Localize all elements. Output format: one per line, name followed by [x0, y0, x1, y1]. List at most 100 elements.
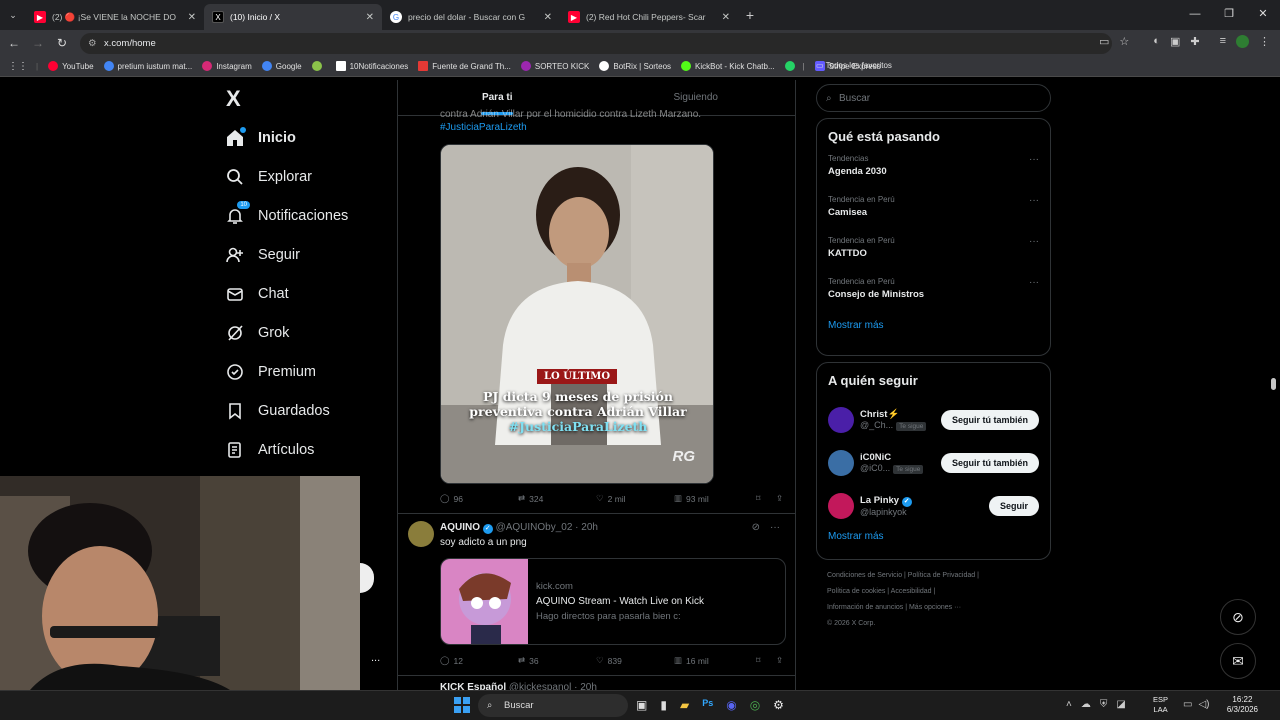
browser-tab-4[interactable]: ▶ (2) Red Hot Chili Peppers- Scar ✕	[560, 4, 738, 30]
tab-search-icon[interactable]: ⌄	[0, 10, 26, 21]
back-icon[interactable]: ←	[2, 36, 26, 50]
search-input[interactable]: ⌕ Buscar	[816, 84, 1051, 112]
nvidia-icon[interactable]: ◪	[1116, 699, 1125, 710]
grok-fab[interactable]: ⊘	[1220, 599, 1256, 635]
more-icon[interactable]: ···	[1029, 277, 1039, 288]
trend-item[interactable]: Tendencia en Perú KATTDO ···	[828, 236, 1039, 277]
follow-button[interactable]: Seguir	[988, 495, 1039, 516]
menu-icon[interactable]: ⋮	[1259, 35, 1270, 48]
close-icon[interactable]: ✕	[544, 12, 552, 23]
close-icon[interactable]: ✕	[722, 12, 730, 23]
sidebar-item-inicio[interactable]: Inicio	[218, 118, 398, 157]
more-icon[interactable]: ···	[770, 522, 780, 533]
avatar[interactable]	[408, 521, 434, 547]
more-icon[interactable]: ···	[1029, 154, 1039, 165]
bookmark-button[interactable]: ⌑	[756, 655, 776, 666]
clock[interactable]: 16:22 6/3/2026	[1227, 695, 1258, 715]
views-button[interactable]: ▥ 16 mil	[674, 655, 756, 666]
follow-back-button[interactable]: Seguir tú también	[940, 452, 1039, 473]
reply-button[interactable]: ◯ 96	[440, 493, 518, 504]
webcam-handle[interactable]	[360, 563, 374, 593]
media-icon[interactable]: ≡	[1220, 35, 1226, 48]
trend-item[interactable]: Tendencias Agenda 2030 ···	[828, 154, 1039, 195]
retweet-button[interactable]: ⇄ 36	[518, 655, 596, 666]
photoshop-icon[interactable]: Ps	[702, 698, 713, 712]
folder-icon[interactable]: ▰	[680, 698, 689, 712]
all-bookmarks-folder[interactable]: ▭ Todos los favoritos	[816, 61, 1051, 70]
reply-button[interactable]: ◯ 12	[440, 655, 518, 666]
taskbar-search[interactable]: ⌕ Buscar	[478, 694, 628, 717]
avatar[interactable]	[828, 406, 854, 433]
sidebar-item-seguir[interactable]: Seguir	[218, 235, 398, 274]
show-more-link[interactable]: Mostrar más	[828, 320, 1039, 331]
avatar[interactable]	[828, 492, 854, 519]
tweet-media[interactable]: LO ÚLTIMO PJ dicta 9 meses de prisión pr…	[440, 144, 714, 484]
x-logo[interactable]: X	[218, 80, 398, 118]
app-icon[interactable]: ⚙	[773, 698, 784, 712]
sidebar-item-explorar[interactable]: Explorar	[218, 157, 398, 196]
close-icon[interactable]: ✕	[366, 12, 374, 23]
like-button[interactable]: ♡ 839	[596, 655, 674, 666]
like-button[interactable]: ♡ 2 mil	[596, 493, 674, 504]
bookmark-item[interactable]: 10Notificaciones	[335, 61, 408, 71]
cast-icon[interactable]: ▭	[1099, 35, 1109, 48]
bookmark-item[interactable]: pretium iustum mat...	[103, 61, 192, 71]
bookmark-item[interactable]: KickBot - Kick Chatb...	[681, 61, 775, 71]
browser-tab-1[interactable]: ▶ (2) 🔴 ¡Se VIENE la NOCHE DO ✕	[26, 4, 204, 30]
minimize-icon[interactable]: —	[1178, 0, 1212, 30]
shield-icon[interactable]: ⛨	[1100, 699, 1108, 710]
bookmark-item[interactable]	[784, 61, 799, 71]
sidebar-item-articulos[interactable]: Artículos	[218, 430, 398, 469]
grok-icon[interactable]: ⊘	[752, 522, 760, 533]
bookmark-item[interactable]: YouTube	[48, 61, 94, 71]
new-tab-button[interactable]: +	[738, 7, 762, 23]
apps-icon[interactable]: ⋮⋮	[8, 61, 28, 72]
scrollbar-thumb[interactable]	[1271, 378, 1276, 390]
language-indicator[interactable]: ESP LAA	[1153, 695, 1168, 715]
share-button[interactable]: ⇪	[776, 493, 783, 504]
chevron-up-icon[interactable]: ˄	[1066, 699, 1072, 710]
url-field[interactable]: ⚙ x.com/home	[80, 33, 1112, 54]
app-icon[interactable]: ▮	[660, 698, 667, 712]
trend-item[interactable]: Tendencia en Perú Consejo de Ministros ···	[828, 277, 1039, 318]
sidebar-item-premium[interactable]: Premium	[218, 352, 398, 391]
profile-avatar[interactable]	[1236, 35, 1249, 48]
more-icon[interactable]: ···	[1029, 195, 1039, 206]
bookmark-item[interactable]: Instagram	[202, 61, 252, 71]
bookmark-item[interactable]: SORTEO KICK	[520, 61, 589, 71]
discord-icon[interactable]: ◉	[726, 698, 736, 712]
reload-icon[interactable]: ↻	[50, 36, 74, 50]
retweet-button[interactable]: ⇄ 324	[518, 493, 596, 504]
show-more-link[interactable]: Mostrar más	[828, 531, 1039, 542]
close-icon[interactable]: ✕	[188, 12, 196, 23]
tweet-hashtag[interactable]: #JusticiaParaLizeth	[398, 121, 795, 134]
messages-fab[interactable]: ✉	[1220, 643, 1256, 679]
avatar[interactable]	[828, 449, 854, 476]
bookmark-item[interactable]	[311, 61, 326, 71]
trend-item[interactable]: Tendencia en Perú Camisea ···	[828, 195, 1039, 236]
forward-icon[interactable]: →	[26, 36, 50, 50]
puzzle-icon[interactable]: ✚	[1190, 35, 1199, 48]
bookmark-button[interactable]: ⌑	[756, 493, 776, 504]
close-window-icon[interactable]: ✕	[1246, 0, 1280, 30]
extension-icon[interactable]: ▣	[1170, 35, 1180, 48]
share-button[interactable]: ⇪	[776, 655, 783, 666]
maximize-icon[interactable]: ❐	[1212, 0, 1246, 30]
extension-icon[interactable]: ◐	[1153, 35, 1160, 48]
account-more-icon[interactable]: ...	[371, 652, 380, 664]
follow-back-button[interactable]: Seguir tú también	[940, 409, 1039, 430]
sidebar-item-grok[interactable]: Grok	[218, 313, 398, 352]
task-view-icon[interactable]: ▣	[636, 698, 647, 712]
browser-tab-2[interactable]: X (10) Inicio / X ✕	[204, 4, 382, 30]
sidebar-item-notificaciones[interactable]: 10 Notificaciones	[218, 196, 398, 235]
start-button[interactable]	[454, 697, 470, 713]
bookmark-item[interactable]: BotRix | Sorteos	[599, 61, 671, 71]
link-card[interactable]: kick.com AQUINO Stream - Watch Live on K…	[440, 558, 786, 645]
cloud-icon[interactable]: ☁	[1081, 699, 1091, 710]
browser-tab-3[interactable]: Gprecio del dolar - Buscar con G ✕	[382, 4, 560, 30]
sidebar-item-guardados[interactable]: Guardados	[218, 391, 398, 430]
sidebar-item-chat[interactable]: Chat	[218, 274, 398, 313]
volume-icon[interactable]: ◁)	[1198, 699, 1209, 710]
bookmark-item[interactable]: Fuente de Grand Th...	[418, 61, 511, 71]
bookmark-item[interactable]: Google	[261, 61, 302, 71]
